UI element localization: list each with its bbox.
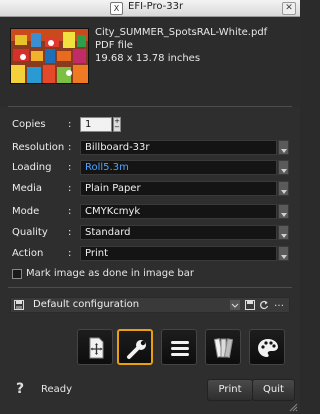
list-button[interactable] <box>161 329 197 365</box>
copies-row: Copies : 1 + − <box>0 117 300 133</box>
status-bar: ? Ready Print Quit <box>0 374 300 414</box>
swatches-button[interactable] <box>205 329 241 365</box>
print-button[interactable]: Print <box>207 379 253 401</box>
divider <box>8 287 292 288</box>
copies-input[interactable]: 1 <box>80 117 112 132</box>
save-icon <box>14 300 24 310</box>
file-name: City_SUMMER_SpotsRAL-White.pdf <box>95 27 268 38</box>
action-row: Action : Print <box>0 246 300 262</box>
help-button[interactable]: ? <box>16 381 24 397</box>
file-type: PDF file <box>95 40 133 51</box>
loading-select[interactable]: Roll5.3m <box>80 160 277 175</box>
colon: : <box>68 206 72 217</box>
toolbar <box>70 329 292 367</box>
menu-lines-icon <box>171 341 189 356</box>
file-size: 19.68 x 13.78 inches <box>95 53 201 64</box>
mode-select[interactable]: CMYKcmyk <box>80 204 277 219</box>
loading-row: Loading : Roll5.3m <box>0 160 300 176</box>
page-layout-button[interactable] <box>77 329 113 365</box>
copies-label: Copies <box>12 119 46 130</box>
resolution-select[interactable]: Billboard-33r <box>80 140 277 155</box>
file-info: City_SUMMER_SpotsRAL-White.pdf PDF file … <box>0 17 300 107</box>
palette-icon <box>258 339 278 357</box>
media-select[interactable]: Plain Paper <box>80 181 277 196</box>
refresh-icon[interactable] <box>259 300 269 310</box>
mark-done-checkbox[interactable] <box>12 269 22 279</box>
file-thumbnail <box>10 28 89 84</box>
color-swatches-icon <box>213 338 234 358</box>
resolution-row: Resolution : Billboard-33r <box>0 140 300 156</box>
x11-icon: X <box>110 2 123 15</box>
mode-row: Mode : CMYKcmyk <box>0 204 300 220</box>
quit-button[interactable]: Quit <box>252 379 295 401</box>
media-label: Media <box>12 183 43 194</box>
main-window: X EFI-Pro-33r ✕ City_SUMMER_SpotsRAL-Whi… <box>0 0 300 414</box>
resolution-label: Resolution <box>12 142 65 153</box>
quality-select[interactable]: Standard <box>80 225 277 240</box>
status-text: Ready <box>41 384 73 395</box>
mode-label: Mode <box>12 206 40 217</box>
mark-done-row: Mark image as done in image bar <box>12 268 292 280</box>
configuration-select[interactable]: Default configuration … <box>10 297 290 313</box>
media-dropdown-button[interactable] <box>278 181 289 196</box>
quality-row: Quality : Standard <box>0 225 300 241</box>
settings-button[interactable] <box>117 329 153 365</box>
window-title: EFI-Pro-33r <box>128 1 184 12</box>
configuration-label: Default configuration <box>33 299 140 310</box>
action-label: Action <box>12 248 44 259</box>
colon: : <box>68 248 72 259</box>
action-dropdown-button[interactable] <box>278 246 289 261</box>
action-select[interactable]: Print <box>80 246 277 261</box>
mode-dropdown-button[interactable] <box>278 204 289 219</box>
colon: : <box>68 227 72 238</box>
copies-stepper[interactable]: + − <box>113 117 121 132</box>
more-icon[interactable]: … <box>274 298 284 309</box>
palette-button[interactable] <box>249 329 285 365</box>
divider <box>8 106 292 107</box>
loading-label: Loading <box>12 162 52 173</box>
title-bar: X EFI-Pro-33r ✕ <box>0 0 300 17</box>
media-row: Media : Plain Paper <box>0 181 300 197</box>
colon: : <box>68 183 72 194</box>
wrench-icon <box>127 340 146 359</box>
quality-dropdown-button[interactable] <box>278 225 289 240</box>
page-move-icon <box>89 337 104 359</box>
close-button[interactable]: ✕ <box>282 2 296 15</box>
colon: : <box>68 119 72 130</box>
resolution-dropdown-button[interactable] <box>278 140 289 155</box>
loading-dropdown-button[interactable] <box>278 160 289 175</box>
colon: : <box>68 142 72 153</box>
quality-label: Quality <box>12 227 48 238</box>
colon: : <box>68 162 72 173</box>
resize-grip-icon[interactable] <box>288 402 298 412</box>
save-config-icon[interactable] <box>245 300 255 310</box>
chevron-down-icon[interactable] <box>230 300 240 310</box>
mark-done-label: Mark image as done in image bar <box>26 268 195 279</box>
